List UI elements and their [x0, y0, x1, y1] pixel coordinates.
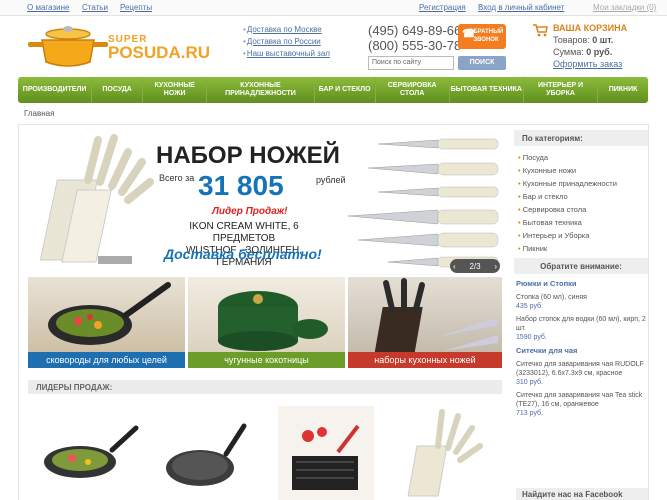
category-item[interactable]: Посуда	[518, 151, 644, 164]
tile-cocottes[interactable]: чугунные кокотницы	[188, 277, 345, 368]
nav-picnic[interactable]: ПИКНИК	[598, 77, 648, 103]
nav-bar-glass[interactable]: БАР И СТЕКЛО	[315, 77, 376, 103]
link-delivery-moscow[interactable]: Доставка по Москве	[243, 24, 330, 36]
pager-count: 2/3	[469, 261, 481, 271]
nav-table-setting[interactable]: СЕРВИРОВКА СТОЛА	[376, 77, 450, 103]
grill-pan-image	[292, 424, 360, 490]
cart-icon	[533, 24, 548, 37]
top-bar: О магазине Статьи Рецепты Регистрация Вх…	[0, 0, 667, 16]
nav-knives[interactable]: КУХОННЫЕ НОЖИ	[143, 77, 208, 103]
item-price: 435 руб.	[516, 303, 543, 310]
phone-1: (495) 649-89-66	[368, 23, 462, 38]
promo-banner[interactable]: НАБОР НОЖЕЙ Всего за 31 805 рублей Лидер…	[28, 130, 502, 274]
checkout-link[interactable]: Оформить заказ	[531, 58, 661, 70]
item-desc[interactable]: Ситечко для заваривания чая Tea stick (T…	[516, 391, 646, 409]
search-button[interactable]: ПОИСК	[458, 56, 506, 70]
item-price: 713 руб.	[516, 410, 543, 417]
pancake-pan-image	[166, 423, 247, 486]
cart-items: Товаров: 0 шт.	[553, 35, 614, 45]
tile-cocottes-caption: чугунные кокотницы	[188, 352, 345, 368]
logo-name: POSUDA.RU	[108, 43, 211, 62]
item-desc[interactable]: Стопка (60 мл), синяя	[516, 293, 646, 302]
breadcrumb[interactable]: Главная	[24, 109, 54, 118]
category-item[interactable]: Кухонные принадлежности	[518, 177, 644, 190]
link-recipes[interactable]: Рецепты	[120, 3, 152, 12]
banner-price: 31 805	[198, 170, 284, 201]
product-card[interactable]	[402, 406, 498, 500]
banner-price-suffix: рублей	[316, 175, 346, 185]
item-desc[interactable]: Ситечко для заваривания чая RUDOLF (3233…	[516, 360, 646, 378]
link-articles[interactable]: Статьи	[82, 3, 108, 12]
banner-delivery: Доставка бесплатно!	[164, 246, 322, 262]
tile-pans[interactable]: сковороды для любых целей	[28, 277, 185, 368]
chevron-right-icon[interactable]: ›	[494, 262, 497, 271]
banner-pager: ‹ 2/3 ›	[450, 259, 500, 273]
attention-heading: Обратите внимание:	[514, 258, 648, 274]
banner-price-prefix: Всего за	[159, 173, 195, 183]
nav-cookware[interactable]: ПОСУДА	[92, 77, 144, 103]
link-delivery-russia[interactable]: Доставка по России	[243, 36, 330, 48]
nav-manufacturers[interactable]: ПРОИЗВОДИТЕЛИ	[18, 77, 93, 103]
category-item[interactable]: Кухонные ножи	[518, 164, 644, 177]
leaders-heading: ЛИДЕРЫ ПРОДАЖ:	[28, 380, 502, 394]
group-heading[interactable]: Рюмки и Стопки	[516, 279, 646, 288]
tile-knife-sets[interactable]: наборы кухонных ножей	[348, 277, 502, 368]
category-item[interactable]: Бытовая техника	[518, 216, 644, 229]
link-bookmarks[interactable]: Мои закладки (0)	[593, 3, 656, 12]
tile-knife-sets-caption: наборы кухонных ножей	[348, 352, 502, 368]
nav-kitchen-tools[interactable]: КУХОННЫЕ ПРИНАДЛЕЖНОСТИ	[207, 77, 315, 103]
banner-title: НАБОР НОЖЕЙ	[156, 142, 340, 169]
cart-widget[interactable]: ВАША КОРЗИНА Товаров: 0 шт. Сумма: 0 руб…	[531, 22, 661, 70]
facebook-heading[interactable]: Найдите нас на Facebook	[516, 488, 648, 500]
group-heading[interactable]: Ситечки для чая	[516, 346, 646, 355]
link-about[interactable]: О магазине	[27, 3, 70, 12]
category-list: Посуда Кухонные ножи Кухонные принадлежн…	[514, 146, 648, 255]
cart-title: ВАША КОРЗИНА	[553, 23, 628, 33]
site-logo[interactable]: SUPER POSUDA.RU	[18, 18, 218, 70]
product-card[interactable]	[278, 406, 374, 500]
knives-row-image	[347, 138, 499, 268]
product-card[interactable]	[160, 418, 256, 500]
nav-appliances[interactable]: БЫТОВАЯ ТЕХНИКА	[450, 77, 524, 103]
link-login[interactable]: Вход в личный кабинет	[478, 3, 564, 12]
phone-icon: ☎	[462, 28, 476, 40]
category-item[interactable]: Интерьер и Уборка	[518, 229, 644, 242]
category-item[interactable]: Бар и стекло	[518, 190, 644, 203]
category-item[interactable]: Пикник	[518, 242, 644, 255]
cart-sum: Сумма: 0 руб.	[553, 47, 613, 57]
callback-button[interactable]: ☎ ОБРАТНЫЙ ЗВОНОК	[458, 24, 506, 49]
attention-list: Рюмки и Стопки Стопка (60 мл), синяя 435…	[514, 279, 648, 418]
product-card[interactable]	[36, 412, 140, 500]
nav-interior[interactable]: ИНТЕРЬЕР И УБОРКА	[524, 77, 599, 103]
sidebar: По категориям: Посуда Кухонные ножи Кухо…	[514, 130, 648, 500]
categories-heading: По категориям:	[514, 130, 648, 146]
pan-with-food-image	[44, 425, 139, 478]
item-price: 1590 руб.	[516, 334, 547, 341]
phone-2: (800) 555-30-78	[368, 38, 462, 53]
category-item[interactable]: Сервировка стола	[518, 203, 644, 216]
knife-block-product-image	[407, 409, 483, 497]
link-register[interactable]: Регистрация	[419, 3, 466, 12]
main-nav: ПРОИЗВОДИТЕЛИ ПОСУДА КУХОННЫЕ НОЖИ КУХОН…	[18, 77, 648, 103]
tile-pans-caption: сковороды для любых целей	[28, 352, 185, 368]
delivery-links: Доставка по Москве Доставка по России На…	[243, 24, 330, 60]
banner-hit-label: Лидер Продаж!	[212, 206, 288, 217]
chevron-left-icon[interactable]: ‹	[453, 262, 456, 271]
item-desc[interactable]: Набор стопок для водки (60 мл), кирп, 2 …	[516, 315, 646, 333]
link-showroom[interactable]: Наш выставочный зал	[243, 48, 330, 60]
item-price: 310 руб.	[516, 379, 543, 386]
search-input[interactable]: Поиск по сайту	[368, 56, 454, 70]
phone-numbers: (495) 649-89-66 (800) 555-30-78	[368, 23, 461, 53]
